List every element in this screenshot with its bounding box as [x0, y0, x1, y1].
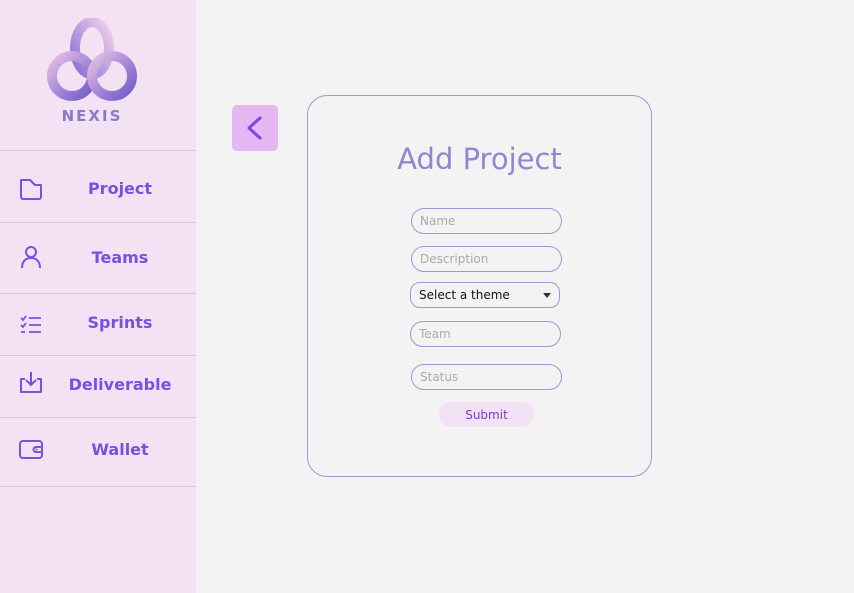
checklist-icon [20, 315, 41, 333]
person-icon [21, 246, 41, 269]
folder-icon [20, 179, 42, 200]
chevron-left-icon [247, 116, 262, 140]
sidebar-item-project[interactable]: Project [0, 150, 196, 222]
sidebar-item-label: Sprints [87, 313, 153, 332]
download-tray-icon [20, 372, 42, 393]
sidebar-item-label: Teams [91, 248, 149, 267]
sidebar-item-wallet[interactable]: Wallet [0, 417, 196, 487]
nexis-logo: NEXIS [44, 18, 140, 125]
form-title: Add Project [397, 142, 562, 176]
theme-select-value: Select a theme [419, 288, 510, 302]
wallet-icon [19, 440, 43, 459]
status-input[interactable] [411, 364, 562, 390]
sidebar: NEXIS Project Teams Sprints Deliverable … [0, 0, 196, 593]
knot-logo-icon [47, 18, 137, 101]
sidebar-item-label: Deliverable [68, 375, 172, 394]
caret-down-icon [543, 293, 551, 298]
sidebar-item-deliverable[interactable]: Deliverable [0, 355, 196, 417]
name-input[interactable] [411, 208, 562, 234]
theme-select[interactable]: Select a theme [410, 282, 560, 308]
sidebar-item-label: Project [87, 179, 153, 198]
back-button[interactable] [232, 105, 278, 151]
sidebar-nav: Project Teams Sprints Deliverable Wallet [0, 150, 196, 487]
team-input[interactable] [410, 321, 561, 347]
submit-button[interactable]: Submit [439, 402, 534, 427]
sidebar-item-teams[interactable]: Teams [0, 222, 196, 293]
sidebar-item-sprints[interactable]: Sprints [0, 293, 196, 355]
sidebar-item-label: Wallet [91, 440, 149, 459]
description-input[interactable] [411, 246, 562, 272]
add-project-form: Add Project Select a theme Submit [307, 95, 652, 477]
logo-text: NEXIS [61, 107, 123, 125]
